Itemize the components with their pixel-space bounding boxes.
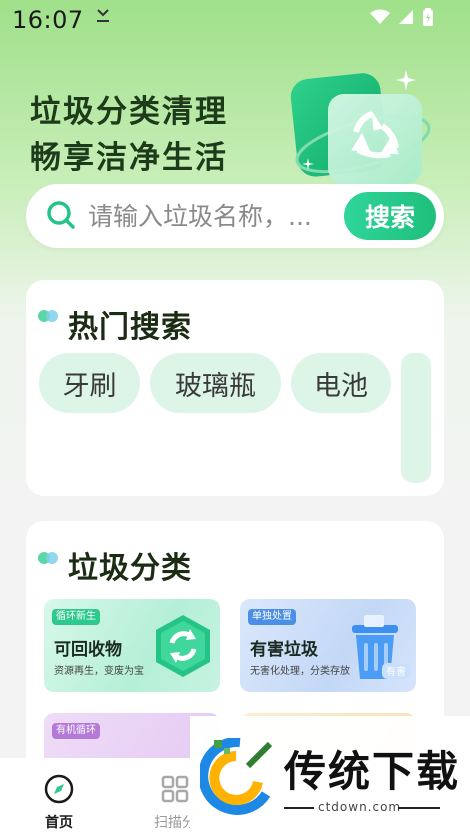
compass-icon [44, 774, 74, 804]
tile-subtitle: 无害化处理，分类存放 [250, 666, 350, 677]
tile-tag: 有机循环 [52, 723, 100, 739]
grid-icon [161, 775, 189, 803]
hot-search-card: 热门搜索 牙刷 玻璃瓶 电池 [26, 280, 444, 496]
section-dots-icon [38, 310, 58, 322]
nav-home[interactable]: 首页 [29, 774, 89, 832]
watermark-divider [398, 807, 440, 809]
search-icon [46, 200, 76, 234]
download-status-icon [96, 8, 110, 28]
tile-tag: 循环新生 [52, 609, 100, 625]
search-button[interactable]: 搜索 [344, 192, 436, 240]
hazard-badge: 有害 [386, 665, 406, 678]
nav-home-label: 首页 [45, 815, 73, 831]
watermark-logo-icon [200, 738, 273, 815]
tile-title: 有害垃圾 [250, 640, 318, 660]
search-bar: 搜索 [26, 184, 444, 248]
category-title: 垃圾分类 [68, 551, 192, 586]
tile-title: 可回收物 [54, 640, 122, 660]
battery-icon [423, 8, 433, 26]
recycle-hexagon-icon [152, 613, 214, 683]
section-dots-icon [38, 552, 58, 564]
watermark-text: 传统下载 [284, 747, 461, 796]
signal-icon [399, 10, 413, 24]
watermark-divider [284, 807, 314, 809]
search-input[interactable] [88, 198, 358, 234]
hot-chip-overflow[interactable] [401, 353, 431, 483]
hot-search-title: 热门搜索 [68, 310, 192, 345]
wifi-icon [370, 9, 390, 24]
recycle-hero-illustration [288, 66, 438, 196]
watermark-url: ctdown.com [318, 800, 402, 814]
status-bar: 16:07 [0, 0, 470, 42]
hazard-bin-icon: 有害 [344, 613, 410, 687]
tile-tag: 单独处置 [248, 609, 296, 625]
hero-title-line1: 垃圾分类清理 [30, 94, 228, 130]
category-tile-hazardous[interactable]: 单独处置 有害垃圾 无害化处理，分类存放 有害 [240, 599, 416, 692]
hot-chip[interactable]: 牙刷 [39, 353, 140, 413]
hot-chip[interactable]: 玻璃瓶 [150, 353, 281, 413]
tile-subtitle: 资源再生，变废为宝 [54, 666, 144, 677]
hero-title-line2: 畅享洁净生活 [30, 140, 228, 176]
status-icons [370, 8, 434, 26]
category-tile-recyclable[interactable]: 循环新生 可回收物 资源再生，变废为宝 [44, 599, 220, 692]
hot-chip[interactable]: 电池 [291, 353, 391, 413]
status-time: 16:07 [12, 6, 84, 34]
watermark: 传统下载 ctdown.com [190, 716, 470, 836]
